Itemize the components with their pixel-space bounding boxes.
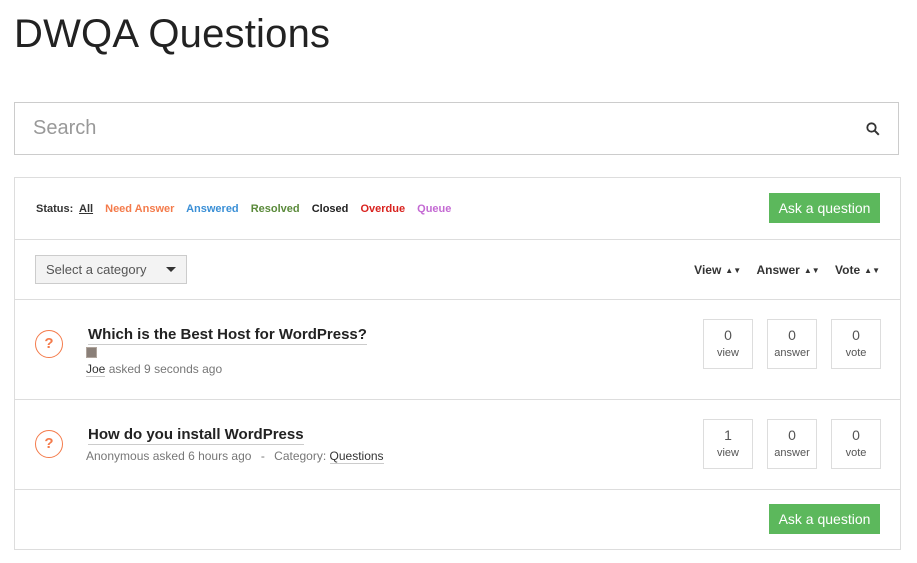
ask-question-button[interactable]: Ask a question: [769, 504, 880, 534]
vote-count-value: 0: [852, 427, 860, 443]
vote-count-value: 0: [852, 327, 860, 343]
view-count: 0 view: [703, 319, 753, 369]
question-status-icon: ?: [35, 330, 63, 358]
chevron-down-icon: [166, 267, 176, 272]
answer-count-value: 0: [788, 427, 796, 443]
sort-view-label: View: [694, 263, 722, 277]
answer-count-label: answer: [774, 347, 810, 359]
sort-answer-label: Answer: [756, 263, 800, 277]
sort-arrows-icon: ▲▼: [864, 266, 880, 275]
sort-answer[interactable]: Answer ▲▼: [756, 263, 819, 277]
question-category-link[interactable]: Questions: [329, 449, 384, 464]
answer-count: 0 answer: [767, 319, 817, 369]
question-meta: Joe asked 9 seconds ago: [86, 362, 223, 377]
status-resolved-link[interactable]: Resolved: [251, 203, 300, 215]
category-select-value: Select a category: [46, 262, 147, 277]
question-category-label: Category:: [274, 449, 327, 463]
sort-arrows-icon: ▲▼: [803, 266, 820, 275]
question-item: ? Which is the Best Host for WordPress? …: [15, 299, 900, 400]
search-box: [14, 102, 899, 155]
view-count-label: view: [716, 347, 739, 359]
ask-question-button[interactable]: Ask a question: [769, 193, 880, 223]
question-author[interactable]: Joe: [86, 362, 106, 377]
search-input[interactable]: [15, 103, 855, 154]
status-links: All Need Answer Answered Resolved Closed…: [79, 203, 460, 215]
sort-arrows-icon: ▲▼: [725, 266, 742, 275]
status-closed-link[interactable]: Closed: [312, 203, 349, 215]
view-count: 1 view: [703, 419, 753, 469]
question-list: Status: All Need Answer Answered Resolve…: [14, 177, 901, 550]
sort-view[interactable]: View ▲▼: [694, 263, 741, 277]
answer-count: 0 answer: [767, 419, 817, 469]
answer-count-label: answer: [774, 447, 810, 459]
question-item: ? How do you install WordPress Anonymous…: [15, 399, 900, 490]
vote-count: 0 vote: [831, 419, 881, 469]
answer-count-value: 0: [788, 327, 796, 343]
question-meta: Anonymous asked 6 hours ago - Category: …: [86, 449, 384, 464]
vote-count: 0 vote: [831, 319, 881, 369]
status-overdue-link[interactable]: Overdue: [360, 203, 405, 215]
view-count-value: 0: [724, 327, 732, 343]
question-asked-time: asked 6 hours ago: [152, 449, 252, 463]
category-select[interactable]: Select a category: [35, 255, 187, 284]
sort-vote-label: Vote: [835, 263, 861, 277]
sort-vote[interactable]: Vote ▲▼: [835, 263, 880, 277]
vote-count-label: vote: [845, 447, 867, 459]
filter-row: Select a category View ▲▼ Answer ▲▼ Vote ▲▼: [15, 239, 900, 300]
question-status-icon: ?: [35, 430, 63, 458]
meta-separator: -: [260, 449, 265, 463]
status-all-link[interactable]: All: [79, 203, 93, 215]
view-count-label: view: [716, 447, 739, 459]
status-need-answer-link[interactable]: Need Answer: [105, 203, 174, 215]
status-queue-link[interactable]: Queue: [417, 203, 451, 215]
question-author: Anonymous: [86, 449, 150, 463]
search-icon[interactable]: [866, 122, 880, 136]
view-count-value: 1: [724, 427, 732, 443]
question-asked-time: asked 9 seconds ago: [108, 362, 223, 376]
status-label: Status:: [36, 203, 74, 215]
status-filter-row: Status: All Need Answer Answered Resolve…: [15, 178, 900, 240]
question-title[interactable]: How do you install WordPress: [88, 426, 304, 445]
avatar[interactable]: [86, 347, 97, 358]
status-answered-link[interactable]: Answered: [186, 203, 239, 215]
sort-group: View ▲▼ Answer ▲▼ Vote ▲▼: [682, 263, 880, 277]
vote-count-label: vote: [845, 347, 867, 359]
question-title[interactable]: Which is the Best Host for WordPress?: [88, 326, 367, 345]
page-title: DWQA Questions: [14, 12, 331, 56]
